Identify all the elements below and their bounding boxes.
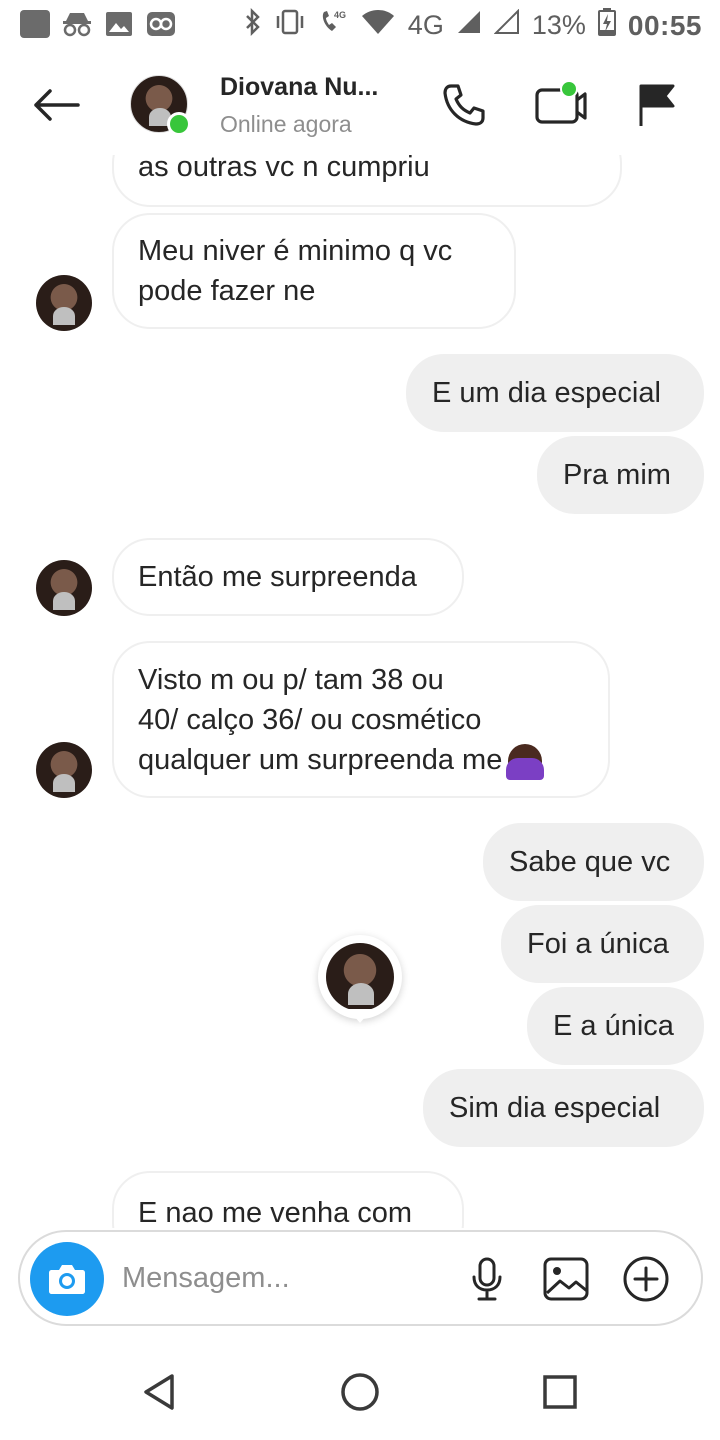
camera-icon — [49, 1265, 85, 1294]
presence-status: Online agora — [220, 111, 352, 137]
camera-button[interactable] — [30, 1242, 104, 1316]
incoming-message[interactable]: Então me surpreenda — [112, 538, 464, 616]
svg-text:4G: 4G — [334, 10, 346, 20]
incoming-message[interactable]: as outras vc n cumpriu — [112, 155, 622, 207]
sender-avatar[interactable] — [36, 275, 92, 331]
wifi-icon — [360, 8, 396, 43]
volte-call-icon: 4G — [318, 8, 348, 43]
clock: 00:55 — [627, 9, 702, 41]
add-circle-icon[interactable] — [621, 1254, 671, 1304]
outgoing-message[interactable]: E a única — [527, 987, 704, 1065]
incoming-message[interactable]: E nao me venha com — [112, 1171, 464, 1228]
loop-icon — [146, 10, 176, 38]
gallery-icon[interactable] — [541, 1254, 591, 1304]
bluetooth-icon — [244, 7, 262, 43]
incognito-icon — [62, 10, 92, 38]
outgoing-message[interactable]: Sim dia especial — [423, 1069, 704, 1147]
person-gesturing-no-emoji-icon — [506, 743, 545, 780]
message-input[interactable] — [122, 1258, 452, 1298]
incoming-message[interactable]: Visto m ou p/ tam 38 ou 40/ calço 36/ ou… — [112, 641, 610, 798]
video-status-dot — [560, 80, 578, 98]
outgoing-message[interactable]: Foi a única — [501, 905, 704, 983]
image-icon — [104, 10, 134, 38]
outgoing-message[interactable]: Sabe que vc — [483, 823, 704, 901]
status-bar: 4G 4G 13% 00:55 — [0, 0, 720, 50]
sender-avatar[interactable] — [36, 560, 92, 616]
nav-recents-icon[interactable] — [538, 1370, 582, 1414]
microphone-icon[interactable] — [462, 1254, 512, 1304]
signal-icon — [456, 9, 482, 42]
app-notification-icon — [20, 10, 50, 38]
chat-header: Diovana Nu... Online agora — [0, 55, 720, 155]
message-composer — [18, 1230, 703, 1326]
incoming-message[interactable]: Meu niver é minimo q vc pode fazer ne — [112, 213, 516, 329]
nav-home-icon[interactable] — [338, 1370, 382, 1414]
phone-icon[interactable] — [434, 75, 494, 135]
seen-indicator — [318, 935, 402, 1023]
sender-avatar[interactable] — [36, 742, 92, 798]
vibrate-icon — [274, 8, 306, 43]
battery-percent: 13% — [531, 10, 586, 40]
battery-charging-icon — [597, 8, 616, 43]
contact-name[interactable]: Diovana Nu... — [220, 73, 378, 102]
back-arrow-icon[interactable] — [28, 77, 84, 133]
online-indicator — [167, 112, 191, 136]
message-thread[interactable]: as outras vc n cumpriu Meu niver é minim… — [0, 155, 720, 1228]
nav-back-icon[interactable] — [138, 1370, 182, 1414]
flag-icon[interactable] — [626, 75, 686, 135]
seen-avatar — [326, 943, 394, 1011]
network-type: 4G — [407, 10, 444, 40]
video-call-icon[interactable] — [530, 75, 590, 135]
outgoing-message[interactable]: E um dia especial — [406, 354, 704, 432]
system-nav-bar — [0, 1340, 720, 1440]
outgoing-message[interactable]: Pra mim — [537, 436, 704, 514]
signal-empty-icon — [493, 8, 520, 42]
